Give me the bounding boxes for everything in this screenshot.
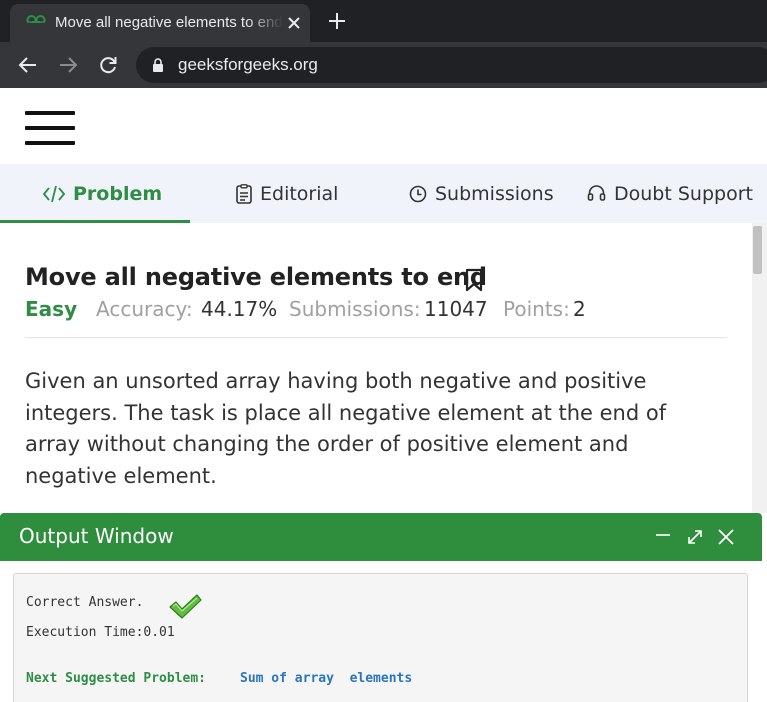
expand-icon[interactable] [685, 527, 705, 547]
tab-title: Move all negative elements to end | Prac… [55, 14, 283, 31]
clock-icon [409, 185, 427, 202]
tab-label: Doubt Support [614, 182, 753, 205]
tab-editorial[interactable]: Editorial [236, 164, 338, 223]
scrollbar-thumb[interactable] [753, 226, 762, 274]
divider [25, 337, 727, 338]
points-label: Points: [503, 297, 570, 321]
output-console: Correct Answer. Execution Time:0.01 Next… [13, 573, 748, 702]
checkmark-icon [169, 594, 202, 619]
tab-label: Submissions [435, 182, 554, 205]
output-window: Output Window Correct Answer. Execution … [0, 513, 762, 702]
tab-problem[interactable]: Problem [43, 164, 162, 223]
site-header [0, 88, 767, 164]
browser-toolbar: geeksforgeeks.org [0, 42, 767, 88]
forward-arrow-icon[interactable] [57, 54, 79, 76]
submissions-label: Submissions: [289, 297, 421, 321]
browser-tab-strip: Move all negative elements to end | Prac… [0, 0, 767, 42]
difficulty-badge: Easy [25, 297, 78, 321]
description-line: integers. The task is place all negative… [25, 400, 667, 425]
back-arrow-icon[interactable] [17, 54, 39, 76]
accuracy-label: Accuracy: [96, 297, 193, 321]
minimize-icon[interactable] [654, 527, 674, 547]
reload-icon[interactable] [97, 54, 119, 76]
lock-icon [153, 58, 163, 72]
url-text: geeksforgeeks.org [178, 55, 318, 74]
problem-description: Given an unsorted array having both nega… [25, 366, 725, 492]
bookmark-icon[interactable] [464, 268, 484, 292]
code-icon [43, 185, 65, 202]
next-problem-link[interactable]: Sum of array elements [240, 671, 412, 686]
next-problem-label: Next Suggested Problem: [26, 671, 207, 686]
problem-tabs: Problem Editorial Submissions Doubt Supp… [0, 164, 767, 223]
tab-doubt-support[interactable]: Doubt Support [587, 164, 753, 223]
close-icon[interactable] [285, 14, 303, 32]
gfg-favicon-icon [26, 15, 46, 23]
execution-time: Execution Time:0.01 [26, 625, 175, 640]
document-icon [236, 183, 252, 204]
output-window-title: Output Window [19, 524, 174, 548]
submissions-value: 11047 [424, 297, 488, 321]
tab-label: Editorial [260, 182, 339, 205]
plus-icon[interactable] [326, 10, 348, 32]
tab-submissions[interactable]: Submissions [409, 164, 554, 223]
hamburger-menu-icon[interactable] [25, 111, 75, 145]
output-window-header[interactable]: Output Window [0, 513, 762, 561]
description-line: negative element. [25, 463, 217, 488]
address-bar[interactable]: geeksforgeeks.org [136, 47, 767, 83]
description-line: Given an unsorted array having both nega… [25, 369, 647, 393]
browser-tab[interactable]: Move all negative elements to end | Prac… [10, 4, 310, 42]
description-line: array without changing the order of posi… [25, 432, 629, 456]
headset-icon [587, 185, 606, 201]
result-text: Correct Answer. [26, 595, 144, 610]
points-value: 2 [573, 297, 586, 321]
tab-label: Problem [73, 182, 163, 205]
problem-title: Move all negative elements to end [25, 263, 487, 291]
accuracy-value: 44.17% [201, 297, 278, 321]
close-icon[interactable] [716, 527, 736, 547]
